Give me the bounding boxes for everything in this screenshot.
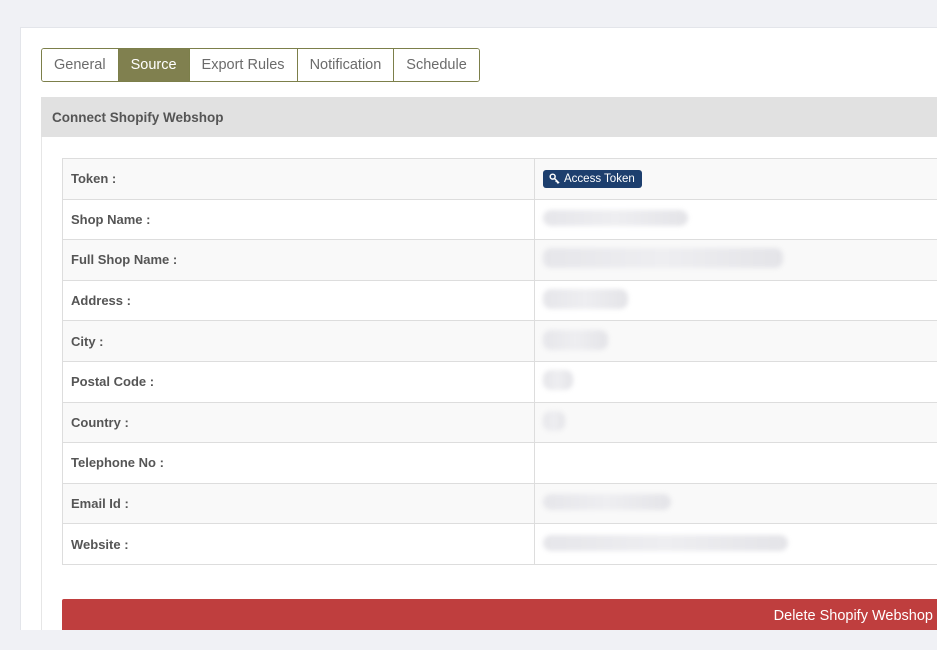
tab-source[interactable]: Source xyxy=(118,49,190,81)
access-token-label: Access Token xyxy=(564,172,635,185)
settings-card: General Source Export Rules Notification… xyxy=(20,27,937,630)
table-row: City : xyxy=(62,320,937,362)
field-label: Telephone No : xyxy=(62,442,535,484)
redacted-value xyxy=(543,248,783,269)
field-value xyxy=(534,523,937,565)
panel-divider xyxy=(41,137,42,630)
redacted-value xyxy=(543,410,565,431)
field-value xyxy=(534,279,937,322)
field-label: Website : xyxy=(62,523,535,565)
access-token-button[interactable]: Access Token xyxy=(543,169,642,188)
shop-info-table: Token : Access Token Shop Name : Full Sh… xyxy=(62,158,937,565)
table-row: Postal Code : xyxy=(62,360,937,403)
redacted-value xyxy=(543,209,688,226)
field-value xyxy=(534,239,937,281)
field-label: Country : xyxy=(62,401,535,444)
key-icon xyxy=(549,173,560,185)
redacted-value xyxy=(543,494,671,511)
table-row: Telephone No : xyxy=(62,442,937,484)
tab-export-rules[interactable]: Export Rules xyxy=(189,49,298,81)
field-label: Email Id : xyxy=(62,482,535,525)
field-value xyxy=(534,442,937,484)
redacted-value xyxy=(543,289,628,310)
field-value xyxy=(534,198,937,241)
redacted-value xyxy=(543,329,608,350)
field-value xyxy=(534,482,937,525)
table-row: Email Id : xyxy=(62,482,937,525)
field-label: Address : xyxy=(62,279,535,322)
tab-bar: General Source Export Rules Notification… xyxy=(41,48,480,82)
field-value xyxy=(534,360,937,403)
tab-notification[interactable]: Notification xyxy=(297,49,395,81)
table-row: Full Shop Name : xyxy=(62,239,937,281)
field-label: Token : xyxy=(62,158,535,200)
table-row: Token : Access Token xyxy=(62,158,937,200)
table-row: Website : xyxy=(62,523,937,565)
table-row: Address : xyxy=(62,279,937,322)
field-label: Postal Code : xyxy=(62,360,535,403)
redacted-value xyxy=(543,534,788,551)
field-value: Access Token xyxy=(534,158,937,200)
table-row: Country : xyxy=(62,401,937,444)
delete-webshop-button[interactable]: Delete Shopify Webshop xyxy=(62,599,937,630)
field-label: Shop Name : xyxy=(62,198,535,241)
table-row: Shop Name : xyxy=(62,198,937,241)
tab-schedule[interactable]: Schedule xyxy=(394,49,479,81)
field-label: City : xyxy=(62,320,535,362)
field-label: Full Shop Name : xyxy=(62,239,535,281)
field-value xyxy=(534,320,937,362)
tab-general[interactable]: General xyxy=(42,49,119,81)
redacted-value xyxy=(543,370,573,391)
panel-title: Connect Shopify Webshop xyxy=(41,97,937,137)
field-value xyxy=(534,401,937,444)
